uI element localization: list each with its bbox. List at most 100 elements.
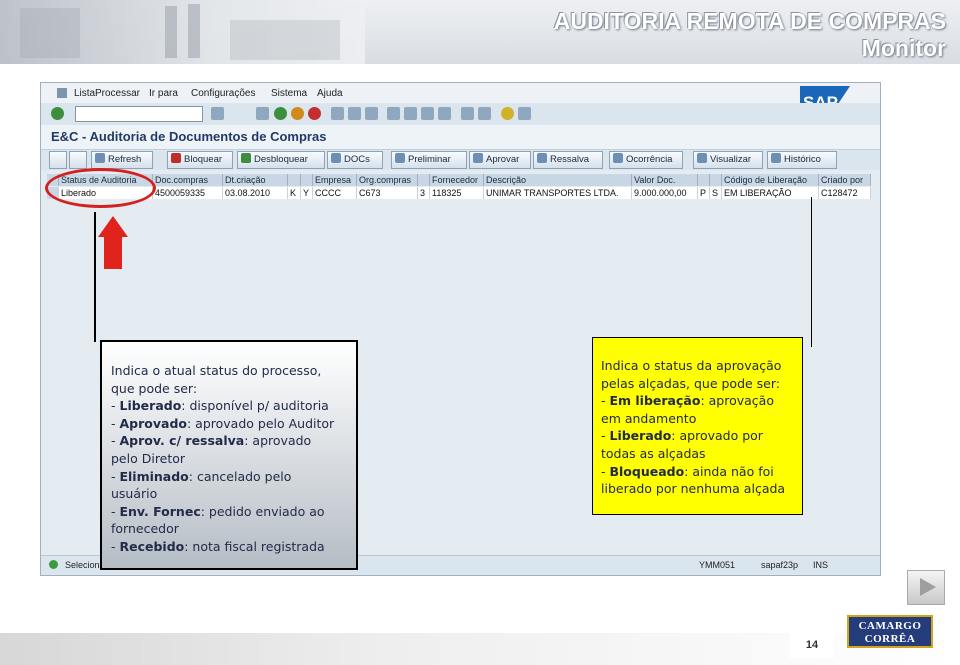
annotation-line: - Aprovado: aprovado pelo Auditor (111, 415, 348, 433)
visualizar-button[interactable]: Visualizar (693, 151, 763, 169)
refresh-button[interactable]: Refresh (91, 151, 153, 169)
cancel-icon[interactable] (308, 107, 321, 120)
cell-empresa[interactable]: CCCC (313, 187, 357, 199)
annotation-text: : pedido enviado ao (200, 503, 325, 519)
annotation-term: Bloqueado (609, 463, 685, 479)
cell-valor-doc[interactable]: 9.000.000,00 (632, 187, 698, 199)
new-session-icon[interactable] (461, 107, 474, 120)
column-header[interactable]: Código de Liberação (722, 174, 819, 186)
column-header[interactable]: Criado por (819, 174, 871, 186)
menu-item-configuracoes[interactable]: Configurações (191, 88, 255, 99)
first-page-icon[interactable] (387, 107, 400, 120)
preliminar-button[interactable]: Preliminar (391, 151, 467, 169)
annotation-text: usuário (111, 486, 158, 502)
aprovar-button[interactable]: Aprovar (469, 151, 531, 169)
last-page-icon[interactable] (438, 107, 451, 120)
cell-flag-1[interactable]: K (288, 187, 301, 199)
find-icon[interactable] (348, 107, 361, 120)
column-header[interactable] (288, 174, 301, 186)
cell-category[interactable]: 3 (418, 187, 430, 199)
filter-icon[interactable] (69, 151, 87, 169)
annotation-line: pelo Diretor (111, 450, 348, 468)
application-toolbar: Refresh Bloquear Desbloquear DOCs Prelim… (41, 149, 880, 170)
shortcut-icon[interactable] (478, 107, 491, 120)
dropdown-icon[interactable] (211, 107, 224, 120)
historico-button[interactable]: Histórico (767, 151, 837, 169)
annotation-line: usuário (111, 485, 348, 503)
save-icon[interactable] (256, 107, 269, 120)
annotation-text: : aprovado por (671, 428, 763, 444)
cell-doc-compras[interactable]: 4500059335 (153, 187, 223, 199)
menu-item-lista[interactable]: Lista (74, 88, 95, 99)
desbloquear-label: Desbloquear (254, 154, 308, 165)
column-header[interactable] (301, 174, 313, 186)
standard-toolbar (41, 103, 880, 125)
column-header[interactable]: Descrição (484, 174, 632, 186)
details-icon[interactable] (49, 151, 67, 169)
annotation-line: - Recebido: nota fiscal registrada (111, 538, 348, 556)
ocorrencia-button[interactable]: Ocorrência (609, 151, 683, 169)
annotation-text: : nota fiscal registrada (184, 538, 325, 554)
pen-icon (771, 153, 781, 163)
enter-icon[interactable] (51, 107, 64, 120)
annotation-line: que pode ser: (111, 380, 348, 398)
annotation-box-status-auditoria: Indica o atual status do processo, que po… (100, 340, 358, 570)
docs-label: DOCs (344, 154, 370, 165)
column-header[interactable]: Dt.criação (223, 174, 288, 186)
ressalva-button[interactable]: Ressalva (533, 151, 603, 169)
menu-item-processar[interactable]: Processar (95, 88, 140, 99)
help-icon[interactable] (501, 107, 514, 120)
column-header[interactable]: Valor Doc. (632, 174, 698, 186)
annotation-text: liberado por nenhuma alçada (601, 481, 786, 497)
annotation-line: - Env. Fornec: pedido enviado ao (111, 503, 348, 521)
cell-flag-3[interactable]: P (698, 187, 710, 199)
cell-fornecedor[interactable]: 118325 (430, 187, 484, 199)
title-bar: E&C - Auditoria de Documentos de Compras (41, 125, 880, 149)
print-icon[interactable] (331, 107, 344, 120)
back-icon[interactable] (274, 107, 287, 120)
exit-icon[interactable] (291, 107, 304, 120)
cell-codigo-liberacao[interactable]: EM LIBERAÇÃO (722, 187, 819, 199)
menu-item-ir-para[interactable]: Ir para (149, 88, 178, 99)
annotation-text: fornecedor (111, 521, 179, 537)
annotation-text: pelo Diretor (111, 450, 186, 466)
cell-descricao[interactable]: UNIMAR TRANSPORTES LTDA. (484, 187, 632, 199)
cell-flag-4[interactable]: S (710, 187, 722, 199)
command-field[interactable] (75, 106, 203, 122)
annotation-text: : cancelado pelo (188, 468, 292, 484)
column-header[interactable]: Fornecedor (430, 174, 484, 186)
pen-icon (697, 153, 707, 163)
column-header[interactable]: Doc.compras (153, 174, 223, 186)
annotation-line: liberado por nenhuma alçada (601, 480, 796, 498)
column-header[interactable] (710, 174, 722, 186)
menu-system-icon[interactable] (57, 88, 67, 98)
annotation-line: - Liberado: aprovado por (601, 427, 796, 445)
cell-flag-2[interactable]: Y (301, 187, 313, 199)
cell-criado-por[interactable]: C128472 (819, 187, 871, 199)
cell-dt-criacao[interactable]: 03.08.2010 (223, 187, 288, 199)
column-header[interactable]: Org.compras (357, 174, 418, 186)
annotation-text: : disponível p/ auditoria (181, 398, 329, 414)
desbloquear-button[interactable]: Desbloquear (237, 151, 325, 169)
docs-button[interactable]: DOCs (327, 151, 383, 169)
bloquear-button[interactable]: Bloquear (167, 151, 233, 169)
menu-item-ajuda[interactable]: Ajuda (317, 88, 343, 99)
annotation-text: : aprovado pelo Auditor (186, 415, 335, 431)
next-page-icon[interactable] (421, 107, 434, 120)
layout-icon[interactable] (518, 107, 531, 120)
column-header[interactable] (418, 174, 430, 186)
annotation-term: Liberado (119, 398, 182, 414)
arrow-shaft (104, 236, 122, 269)
column-header[interactable]: Empresa (313, 174, 357, 186)
previous-page-icon[interactable] (404, 107, 417, 120)
menu-item-sistema[interactable]: Sistema (271, 88, 307, 99)
column-header[interactable] (698, 174, 710, 186)
next-slide-button[interactable] (907, 570, 945, 605)
status-server: sapaf23p (761, 560, 799, 570)
annotation-box-codigo-liberacao: Indica o status da aprovação pelas alçada… (592, 337, 803, 515)
find-next-icon[interactable] (365, 107, 378, 120)
cell-org-compras[interactable]: C673 (357, 187, 418, 199)
pen-icon (613, 153, 623, 163)
pen-icon (395, 153, 405, 163)
annotation-term: Env. Fornec (119, 503, 201, 519)
